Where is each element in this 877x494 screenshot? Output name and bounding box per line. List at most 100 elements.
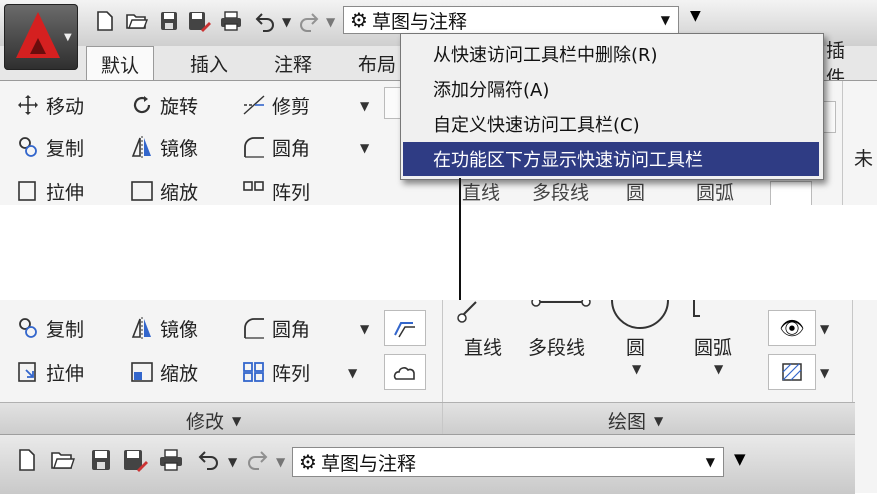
trim-dropdown-arrow[interactable]: ▼ — [360, 99, 369, 113]
array-icon — [240, 359, 268, 385]
rotate-icon — [128, 92, 156, 118]
save-icon[interactable] — [88, 449, 114, 471]
stretch-tool[interactable]: 拉伸 — [14, 175, 84, 205]
gear-icon: ⚙ — [350, 8, 368, 32]
mirror-tool-bottom[interactable]: 镜像 — [128, 312, 198, 344]
copy-icon — [14, 134, 42, 160]
draw-panel-title[interactable]: 绘图 ▼ — [608, 407, 663, 434]
rotate-tool[interactable]: 旋转 — [128, 89, 198, 121]
workspace-combo-bottom[interactable]: ⚙ 草图与注释 ▼ — [292, 447, 724, 477]
fillet-tool[interactable]: 圆角 — [240, 131, 310, 163]
menu-item-show-qat-below-ribbon[interactable]: 在功能区下方显示快速访问工具栏 — [403, 142, 819, 176]
mirror-tool[interactable]: 镜像 — [128, 131, 198, 163]
menu-item-add-separator[interactable]: 添加分隔符(A) — [403, 72, 819, 106]
fillet-tool-bottom[interactable]: 圆角 — [240, 312, 310, 344]
hatch-icon — [782, 363, 802, 381]
trim-icon — [240, 92, 268, 118]
right-clipped-text: 未 — [854, 147, 874, 170]
scale-icon — [128, 178, 156, 204]
workspace-combo[interactable]: ⚙ 草图与注释 ▼ — [343, 6, 679, 34]
copy-icon — [14, 315, 42, 341]
workspace-dropdown-arrow[interactable]: ▼ — [661, 13, 670, 27]
eye-icon: 👁 — [779, 316, 805, 340]
tab-insert[interactable]: 插入 — [176, 46, 242, 80]
line-start-point — [457, 313, 467, 323]
saveas-icon[interactable] — [186, 10, 212, 32]
autocad-logo-inner — [30, 38, 46, 54]
trim-tool[interactable]: 修剪 — [240, 89, 310, 121]
new-icon[interactable] — [14, 449, 40, 471]
scale-icon — [128, 359, 156, 385]
view-dropdown-arrow[interactable]: ▼ — [820, 322, 829, 336]
move-icon — [14, 92, 42, 118]
top-screenshot-panel: ▼ ▼ ⚙ 草图与注释 ▼ ▼ ▼ 默认 插入 注释 布局 插件 移动 旋转 修… — [0, 0, 877, 205]
undo-icon[interactable] — [252, 10, 278, 32]
undo-dropdown-arrow[interactable]: ▼ — [282, 15, 291, 29]
draw-polyline-tool[interactable]: 多段线 — [528, 330, 585, 362]
modify-panel-title[interactable]: 修改 ▼ — [186, 407, 241, 434]
save-icon[interactable] — [156, 10, 182, 32]
draw-panel-expand-arrow: ▼ — [654, 413, 664, 428]
draw-arc-tool[interactable]: 圆弧 — [694, 330, 732, 362]
arc-icon — [693, 300, 700, 317]
arc-dropdown-arrow[interactable]: ▼ — [714, 362, 723, 376]
polyline-vertex-1 — [531, 300, 541, 307]
draw-circle-tool[interactable]: 圆 — [626, 330, 645, 362]
panel-label-bar: 修改 ▼ 绘图 ▼ — [0, 402, 855, 434]
print-icon[interactable] — [158, 449, 184, 471]
redo-dropdown-arrow[interactable]: ▼ — [326, 15, 335, 29]
open-icon[interactable] — [124, 10, 150, 32]
menu-item-remove-from-qat[interactable]: 从快速访问工具栏中删除(R) — [403, 37, 819, 71]
stretch-tool-bottom[interactable]: 拉伸 — [14, 356, 84, 388]
view-button[interactable]: 👁 — [768, 310, 816, 346]
copy-tool-bottom[interactable]: 复制 — [14, 312, 84, 344]
menu-item-customize-qat[interactable]: 自定义快速访问工具栏(C) — [403, 107, 819, 141]
workspace-dropdown-arrow[interactable]: ▼ — [706, 455, 715, 469]
new-icon[interactable] — [92, 10, 118, 32]
quick-access-toolbar-below-ribbon: ▼ ▼ ⚙ 草图与注释 ▼ ▼ — [0, 434, 855, 494]
print-icon[interactable] — [218, 10, 244, 32]
mirror-icon — [128, 315, 156, 341]
redo-icon[interactable] — [244, 449, 270, 471]
panel-separator-modify-draw — [442, 300, 443, 402]
polyline-vertex-2 — [581, 300, 591, 307]
array-dropdown-arrow[interactable]: ▼ — [348, 366, 357, 380]
undo-icon[interactable] — [196, 449, 222, 471]
array-tool-bottom[interactable]: 阵列 — [240, 356, 310, 388]
undo-dropdown-arrow[interactable]: ▼ — [228, 455, 237, 469]
stretch-icon — [14, 178, 42, 204]
app-menu-arrow: ▼ — [64, 32, 72, 43]
tab-annotate[interactable]: 注释 — [260, 46, 326, 80]
copy-tool[interactable]: 复制 — [14, 131, 84, 163]
customize-qat-arrow[interactable]: ▼ — [734, 450, 746, 468]
hatch-dropdown-arrow[interactable]: ▼ — [820, 366, 829, 380]
redo-dropdown-arrow[interactable]: ▼ — [276, 455, 285, 469]
fillet-dropdown-arrow[interactable]: ▼ — [360, 141, 369, 155]
move-tool[interactable]: 移动 — [14, 89, 84, 121]
tab-default[interactable]: 默认 — [86, 46, 155, 81]
gear-icon: ⚙ — [299, 450, 317, 474]
fillet-icon — [240, 134, 268, 160]
offset-icon — [394, 322, 415, 338]
circle-icon — [611, 300, 669, 329]
application-button[interactable]: ▼ — [4, 4, 78, 70]
panel-separator — [842, 81, 843, 205]
boundary-button[interactable] — [384, 354, 426, 390]
saveas-icon[interactable] — [122, 449, 148, 472]
hatch-button[interactable] — [768, 354, 816, 390]
customize-qat-arrow[interactable]: ▼ — [690, 8, 701, 24]
scale-tool[interactable]: 缩放 — [128, 175, 198, 205]
fillet-icon — [240, 315, 268, 341]
scale-tool-bottom[interactable]: 缩放 — [128, 356, 198, 388]
redo-icon[interactable] — [296, 10, 322, 32]
label-separator — [442, 403, 443, 434]
draw-line-tool[interactable]: 直线 — [464, 330, 502, 362]
draw-button-clipped[interactable] — [770, 181, 812, 205]
array-tool[interactable]: 阵列 — [240, 175, 310, 205]
fillet-dropdown-arrow-bottom[interactable]: ▼ — [360, 322, 369, 336]
open-icon[interactable] — [50, 449, 76, 471]
modify-panel-expand-arrow: ▼ — [232, 413, 242, 428]
circle-dropdown-arrow[interactable]: ▼ — [632, 362, 641, 376]
offset-button[interactable] — [384, 310, 426, 346]
workspace-label-bottom: 草图与注释 — [320, 452, 416, 475]
